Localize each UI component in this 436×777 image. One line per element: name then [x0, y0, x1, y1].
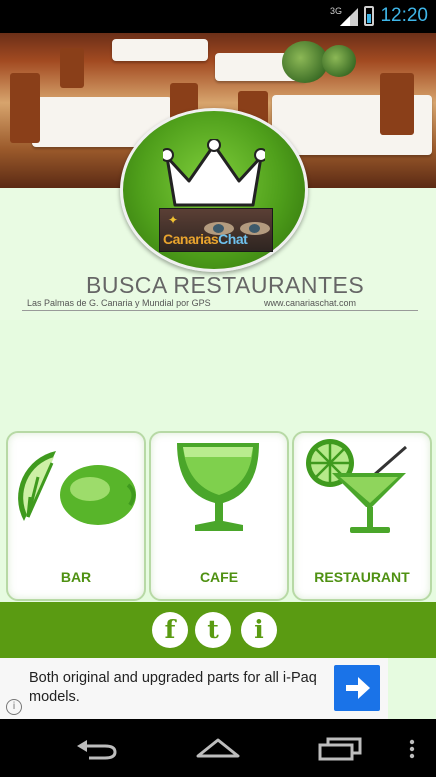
arrow-right-icon: [346, 677, 370, 699]
cafe-card[interactable]: CAFE: [149, 431, 289, 601]
ad-open-button[interactable]: [334, 665, 380, 711]
category-cards: BAR CAFE RESTAURANT: [0, 431, 436, 601]
divider: [22, 310, 418, 311]
home-icon[interactable]: [195, 736, 241, 760]
clock: 12:20: [380, 5, 428, 26]
recent-apps-icon[interactable]: [318, 737, 362, 761]
info-button[interactable]: i: [241, 612, 277, 648]
lime-icon: [18, 451, 136, 525]
ad-side-space: [388, 658, 436, 719]
status-bar: 3G 12:20: [0, 0, 436, 33]
social-bar: f t i: [0, 602, 436, 658]
facebook-button[interactable]: f: [152, 612, 188, 648]
ad-banner[interactable]: Both original and upgraded parts for all…: [0, 658, 388, 719]
bar-card[interactable]: BAR: [6, 431, 146, 601]
ad-text: Both original and upgraded parts for all…: [29, 670, 317, 705]
menu-dots-icon[interactable]: [408, 739, 416, 759]
bar-label: BAR: [60, 569, 92, 585]
website-url: www.canariaschat.com: [264, 298, 357, 308]
crown-icon: [163, 139, 265, 207]
bird-icon: ✦: [168, 213, 179, 227]
logo-brand-text: CanariasChat: [163, 231, 248, 247]
page-title: BUSCA RESTAURANTES: [86, 272, 365, 298]
battery-icon: [364, 6, 374, 26]
restaurant-card[interactable]: RESTAURANT: [292, 431, 432, 601]
signal-icon: [340, 8, 358, 26]
ad-info-icon[interactable]: i: [6, 699, 22, 715]
glass-icon: [177, 443, 259, 531]
canariaschat-logo: ✦ CanariasChat: [120, 108, 308, 272]
cafe-label: CAFE: [199, 569, 239, 585]
twitter-button[interactable]: t: [195, 612, 231, 648]
page-subtitle: Las Palmas de G. Canaria y Mundial por G…: [27, 298, 211, 308]
restaurant-label: RESTAURANT: [314, 569, 410, 585]
back-icon[interactable]: [75, 738, 119, 760]
logo-eyes-banner: ✦ CanariasChat: [159, 208, 273, 252]
cocktail-icon: [306, 439, 407, 533]
navigation-bar: [0, 719, 436, 777]
